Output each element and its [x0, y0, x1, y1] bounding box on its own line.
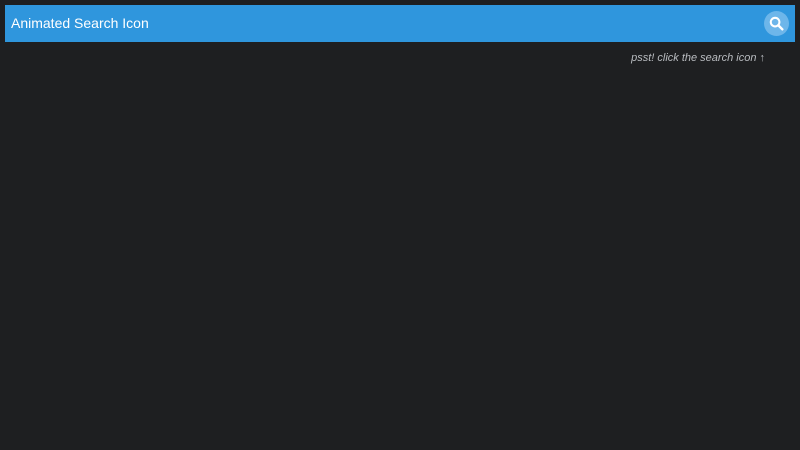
page: Animated Search Icon psst! click the sea… [0, 0, 800, 450]
page-title: Animated Search Icon [11, 15, 149, 31]
search-bar: Animated Search Icon [5, 5, 795, 42]
hint-text: psst! click the search icon ↑ [631, 52, 765, 64]
search-button[interactable] [764, 11, 789, 36]
search-icon [769, 16, 784, 31]
